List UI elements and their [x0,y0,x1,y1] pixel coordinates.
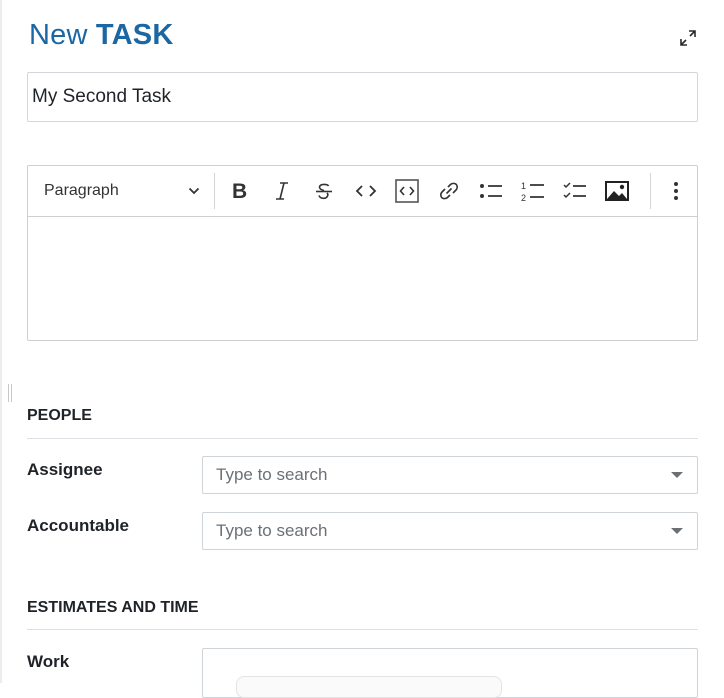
work-label: Work [27,652,70,671]
svg-text:1: 1 [521,181,526,191]
more-vertical-icon [674,182,679,200]
chevron-down-icon [188,187,199,195]
section-title-people: PEOPLE [27,407,92,424]
todo-list-button[interactable] [554,172,596,210]
assignee-placeholder: Type to search [216,465,328,484]
italic-button[interactable] [261,172,303,210]
code-block-icon [395,179,420,203]
bulleted-list-icon [480,184,503,198]
code-icon [355,185,376,197]
section-divider [27,629,698,630]
link-icon [440,182,459,200]
heading-dropdown[interactable]: Paragraph [28,172,210,210]
editor-content[interactable] [28,217,697,341]
bold-button[interactable]: B [219,172,261,210]
bold-icon: B [232,181,247,201]
todo-list-icon [563,182,587,199]
toolbar-separator [650,173,652,209]
panel-left-edge [0,0,2,683]
resize-handle[interactable] [8,384,12,402]
assignee-select[interactable]: Type to search [202,456,698,494]
caret-down-icon [671,528,683,534]
title-type: TASK [95,19,174,51]
work-input[interactable] [236,676,502,698]
numbered-list-button[interactable]: 1 2 [512,172,554,210]
italic-icon [275,182,288,200]
expand-button[interactable] [678,28,698,48]
accountable-label: Accountable [27,516,130,535]
section-divider [27,438,698,439]
image-icon [605,181,630,201]
page-title: New TASK [29,19,173,52]
image-button[interactable] [596,172,638,210]
numbered-list-icon: 1 2 [521,181,545,202]
link-button[interactable] [428,172,470,210]
code-block-button[interactable] [387,172,429,210]
editor-toolbar: Paragraph B 1 2 [28,166,697,217]
section-title-estimates: ESTIMATES AND TIME [27,599,199,616]
svg-text:2: 2 [521,193,526,202]
expand-arrows-icon [680,30,696,46]
strikethrough-icon [315,183,332,200]
svg-text:B: B [232,181,247,201]
code-button[interactable] [345,172,387,210]
assignee-label: Assignee [27,460,103,479]
subject-input[interactable] [27,72,698,122]
title-prefix: New [29,19,88,51]
bulleted-list-button[interactable] [470,172,512,210]
strikethrough-button[interactable] [303,172,345,210]
description-editor: Paragraph B 1 2 [27,165,698,341]
heading-dropdown-value: Paragraph [44,182,119,199]
toolbar-separator [213,173,215,209]
more-button[interactable] [655,172,697,210]
caret-down-icon [671,472,683,478]
accountable-placeholder: Type to search [216,521,328,540]
accountable-select[interactable]: Type to search [202,512,698,550]
